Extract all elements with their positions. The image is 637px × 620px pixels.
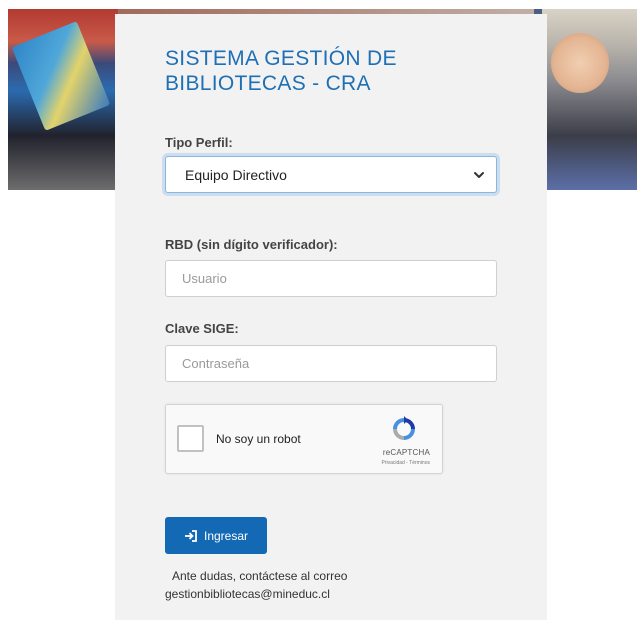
photo-face [551,33,609,93]
help-email[interactable]: gestionbibliotecas@mineduc.cl [165,585,465,603]
recaptcha-widget: No soy un robot reCAPTCHA Privacidad - T… [165,404,443,474]
recaptcha-label: No soy un robot [216,432,301,446]
help-text: Ante dudas, contáctese al correo gestion… [165,567,465,603]
chevron-down-icon [474,172,484,178]
ingresar-button[interactable]: Ingresar [165,517,267,554]
recaptcha-logo-icon [393,416,415,440]
recaptcha-checkbox[interactable] [177,425,204,452]
clave-label: Clave SIGE: [165,321,239,336]
help-line-1: Ante dudas, contáctese al correo [172,569,348,583]
login-card: SISTEMA GESTIÓN DE BIBLIOTECAS - CRA Tip… [115,14,547,620]
recaptcha-brand: reCAPTCHA [382,448,430,457]
page-title: SISTEMA GESTIÓN DE BIBLIOTECAS - CRA [165,46,465,96]
tipo-perfil-label: Tipo Perfil: [165,135,233,150]
ingresar-label: Ingresar [203,528,249,543]
tipo-perfil-value: Equipo Directivo [185,166,287,183]
usuario-input[interactable] [165,260,497,297]
sign-in-icon [184,529,197,542]
title-line-2: BIBLIOTECAS - CRA [165,72,371,95]
tipo-perfil-select[interactable]: Equipo Directivo [165,156,497,193]
recaptcha-terms-link[interactable]: Privacidad - Términos [381,460,430,466]
password-input[interactable] [165,345,497,382]
rbd-label: RBD (sin dígito verificador): [165,237,338,252]
title-line-1: SISTEMA GESTIÓN DE [165,47,397,70]
